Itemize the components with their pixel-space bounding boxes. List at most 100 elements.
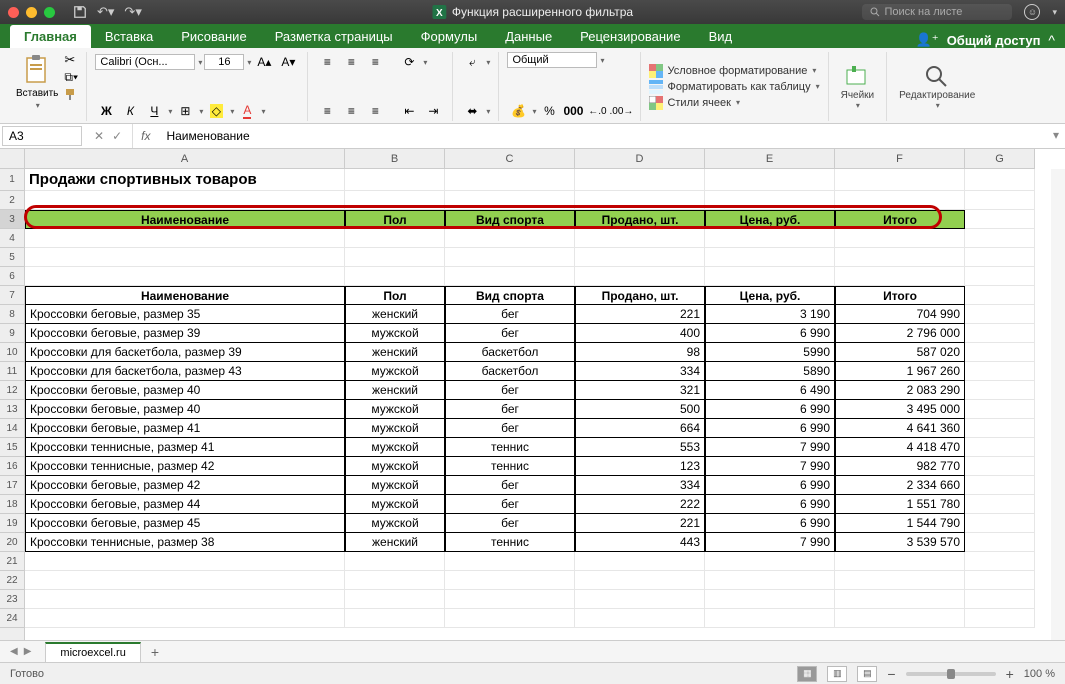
cell[interactable]: 221 [575,514,705,533]
align-middle-icon[interactable]: ≡ [340,52,362,72]
cell[interactable] [705,552,835,571]
decrease-indent-icon[interactable]: ⇤ [398,101,420,121]
row-header[interactable]: 19 [0,514,24,533]
row-header[interactable]: 10 [0,343,24,362]
row-header[interactable]: 12 [0,381,24,400]
cell[interactable]: 4 418 470 [835,438,965,457]
row-header[interactable]: 13 [0,400,24,419]
cell[interactable] [445,590,575,609]
zoom-out-button[interactable]: − [887,666,895,682]
font-color-button[interactable]: А [236,101,258,121]
cell[interactable] [345,609,445,628]
cell[interactable] [575,552,705,571]
row-header[interactable]: 24 [0,609,24,628]
cell[interactable] [705,191,835,210]
cell[interactable]: бег [445,305,575,324]
feedback-icon[interactable]: ☺ [1024,4,1040,20]
cell[interactable] [25,248,345,267]
cell[interactable]: бег [445,476,575,495]
cell[interactable]: 587 020 [835,343,965,362]
cell[interactable]: 4 641 360 [835,419,965,438]
sheet-prev-icon[interactable]: ◀ [10,646,18,657]
decrease-font-icon[interactable]: A▾ [277,52,299,72]
cell[interactable]: мужской [345,400,445,419]
cell[interactable]: Кроссовки теннисные, размер 38 [25,533,345,552]
cell[interactable]: Цена, руб. [705,286,835,305]
editing-button[interactable]: Редактирование ▾ [895,60,979,114]
save-icon[interactable] [73,5,87,19]
cell[interactable] [445,552,575,571]
cell[interactable] [445,169,575,191]
row-header[interactable]: 14 [0,419,24,438]
cell[interactable] [965,191,1035,210]
font-name-select[interactable] [95,54,195,70]
cell[interactable] [445,609,575,628]
vertical-scrollbar[interactable] [1051,169,1065,640]
cell[interactable]: 500 [575,400,705,419]
cell[interactable] [965,495,1035,514]
cell[interactable]: женский [345,343,445,362]
cell[interactable]: 2 796 000 [835,324,965,343]
col-header-G[interactable]: G [965,149,1035,168]
cell[interactable]: 2 083 290 [835,381,965,400]
cell[interactable] [965,552,1035,571]
cell[interactable]: теннис [445,457,575,476]
sheet-tab[interactable]: microexcel.ru [45,642,140,662]
cell[interactable] [445,571,575,590]
tab-view[interactable]: Вид [695,25,747,48]
cell[interactable] [575,248,705,267]
add-sheet-button[interactable]: + [141,644,169,660]
cell[interactable] [705,229,835,248]
cell[interactable]: Пол [345,286,445,305]
cell[interactable]: 334 [575,362,705,381]
cell[interactable]: баскетбол [445,343,575,362]
cell[interactable]: 98 [575,343,705,362]
cell[interactable] [965,343,1035,362]
decrease-decimal-icon[interactable]: .00→ [610,101,632,121]
chevron-down-icon[interactable]: ▾ [1052,7,1057,18]
cell[interactable]: мужской [345,476,445,495]
align-top-icon[interactable]: ≡ [316,52,338,72]
cell[interactable] [25,229,345,248]
cell[interactable]: 2 334 660 [835,476,965,495]
undo-icon[interactable]: ↶▾ [97,4,114,20]
confirm-icon[interactable]: ✓ [112,129,122,143]
cell[interactable]: 5990 [705,343,835,362]
col-header-B[interactable]: B [345,149,445,168]
col-header-C[interactable]: C [445,149,575,168]
cell[interactable]: теннис [445,438,575,457]
cell[interactable] [705,248,835,267]
cell[interactable] [345,229,445,248]
cell[interactable]: 6 990 [705,400,835,419]
cell[interactable]: 553 [575,438,705,457]
cell[interactable] [835,267,965,286]
tab-layout[interactable]: Разметка страницы [261,25,407,48]
cell[interactable]: Кроссовки беговые, размер 44 [25,495,345,514]
cell[interactable] [965,305,1035,324]
cell[interactable]: Кроссовки теннисные, размер 41 [25,438,345,457]
cell[interactable]: 1 967 260 [835,362,965,381]
paste-button[interactable]: Вставить ▾ [14,52,60,112]
cell[interactable] [965,609,1035,628]
zoom-level[interactable]: 100 % [1024,668,1055,680]
cell[interactable]: Кроссовки беговые, размер 41 [25,419,345,438]
name-box[interactable]: A3 [2,126,82,146]
cell[interactable] [835,590,965,609]
fill-color-button[interactable]: ◇ [205,101,227,121]
row-header[interactable]: 7 [0,286,24,305]
cell[interactable] [965,381,1035,400]
cell[interactable]: Кроссовки для баскетбола, размер 43 [25,362,345,381]
align-left-icon[interactable]: ≡ [316,101,338,121]
cell[interactable] [965,229,1035,248]
page-layout-view-button[interactable]: ▥ [827,666,847,682]
cell[interactable]: бег [445,514,575,533]
row-header[interactable]: 2 [0,191,24,210]
cell[interactable]: 222 [575,495,705,514]
cell[interactable]: Цена, руб. [705,210,835,229]
italic-button[interactable]: К [119,101,141,121]
cell[interactable] [965,400,1035,419]
cell[interactable]: 443 [575,533,705,552]
cell[interactable] [835,248,965,267]
cell[interactable] [25,609,345,628]
sheet-next-icon[interactable]: ▶ [24,646,32,657]
